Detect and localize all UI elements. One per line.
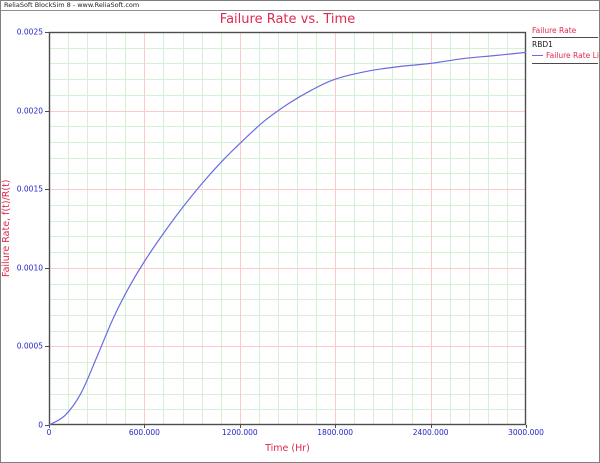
failure-rate-curve xyxy=(49,52,526,425)
major-gridlines xyxy=(49,32,526,425)
x-tick-label: 1200.000 xyxy=(222,428,258,437)
y-axis-title: Failure Rate, f(t)/R(t) xyxy=(1,32,15,425)
legend-series-row: Failure Rate Line xyxy=(532,51,598,62)
plot-frame xyxy=(50,33,526,425)
plot-window: ReliaSoft BlockSim 8 - www.ReliaSoft.com… xyxy=(0,0,600,463)
series-line-swatch xyxy=(532,55,543,56)
chart-canvas xyxy=(1,1,600,463)
y-tick-label: 0.0020 xyxy=(17,106,43,115)
y-tick-label: 0.0015 xyxy=(17,185,43,194)
minor-gridlines xyxy=(49,32,526,425)
x-tick-label: 1800.000 xyxy=(317,428,353,437)
legend-divider xyxy=(532,63,598,64)
y-tick-label: 0.0025 xyxy=(17,28,43,37)
axis-tick-marks xyxy=(45,33,527,429)
legend-title: Failure Rate xyxy=(532,26,598,36)
legend-divider xyxy=(532,37,598,38)
x-tick-label: 0 xyxy=(47,428,52,437)
y-tick-label: 0.0005 xyxy=(17,342,43,351)
x-tick-label: 3000.000 xyxy=(508,428,544,437)
y-tick-label: 0 xyxy=(38,421,43,430)
legend-group-label: RBD1 xyxy=(532,40,598,49)
legend: Failure Rate RBD1 Failure Rate Line xyxy=(532,26,598,66)
legend-series-label: Failure Rate Line xyxy=(546,51,600,60)
y-tick-label: 0.0010 xyxy=(17,263,43,272)
x-tick-label: 2400.000 xyxy=(413,428,449,437)
x-tick-label: 600.000 xyxy=(129,428,160,437)
x-axis-title: Time (Hr) xyxy=(49,443,526,454)
